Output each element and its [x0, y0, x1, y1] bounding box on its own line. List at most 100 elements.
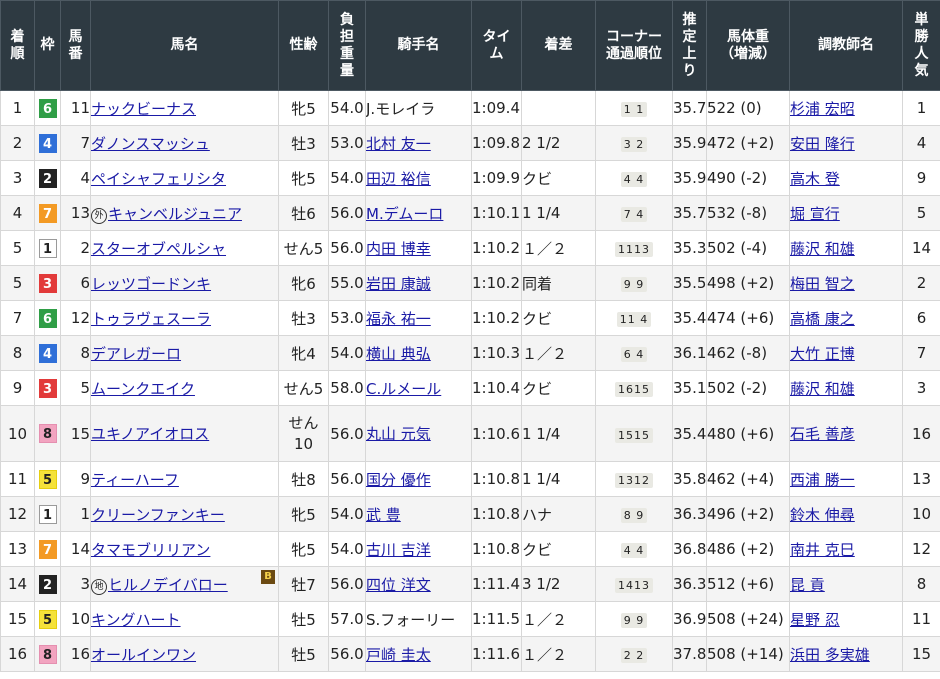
horse-name-link[interactable]: ティーハーフ: [92, 471, 179, 489]
trainer-link[interactable]: 大竹 正博: [791, 345, 855, 363]
horse-name-link[interactable]: デアレガーロ: [92, 345, 182, 363]
popularity: 7: [916, 344, 927, 362]
trainer-link[interactable]: 浜田 多実雄: [791, 646, 870, 664]
carried-weight: 56.0: [330, 239, 364, 257]
horse-name-link[interactable]: ヒルノデイバロー: [108, 576, 228, 594]
jockey-link[interactable]: 田辺 裕信: [367, 170, 431, 188]
trainer-link[interactable]: 高橋 康之: [791, 310, 855, 328]
trainer-link[interactable]: 藤沢 和雄: [791, 240, 855, 258]
rank-cell: 5: [0, 230, 35, 266]
last3f-cell: 35.5: [672, 265, 707, 301]
jockey-link[interactable]: 岩田 康誠: [367, 275, 431, 293]
horse-name-link[interactable]: トゥラヴェスーラ: [92, 310, 212, 328]
finish-rank: 3: [12, 169, 23, 187]
jockey-link[interactable]: C.ルメール: [367, 380, 442, 398]
trainer-link[interactable]: 南井 克巳: [791, 541, 855, 559]
horse-name-link[interactable]: ユキノアイオロス: [92, 425, 210, 443]
umaban-cell: 9: [60, 461, 91, 497]
sex-age: 牝4: [291, 344, 316, 363]
jockey-cell: 武 豊: [365, 496, 472, 532]
blinker-icon: B: [261, 570, 275, 584]
jockey-link[interactable]: 丸山 元気: [367, 425, 431, 443]
umaban-cell: 15: [60, 405, 91, 462]
carried-weight: 54.0: [330, 344, 364, 362]
last3f-cell: 36.3: [672, 566, 707, 602]
trainer-link[interactable]: 堀 宣行: [791, 205, 840, 223]
horse-name-cell: キングハート: [90, 601, 279, 637]
horse-name-link[interactable]: ペイシャフェリシタ: [92, 170, 227, 188]
jockey-link[interactable]: 福永 祐一: [367, 310, 431, 328]
jockey-link[interactable]: 戸崎 圭太: [367, 646, 431, 664]
header-label: 馬: [68, 28, 83, 45]
trainer-link[interactable]: 杉浦 宏昭: [791, 100, 855, 118]
horse-name-link[interactable]: キャンベルジュニア: [108, 205, 242, 223]
jockey-link[interactable]: 武 豊: [367, 506, 401, 524]
pop-cell: 13: [902, 461, 940, 497]
trainer-link[interactable]: 石毛 善彦: [791, 425, 855, 443]
finish-time: 1:10.2: [472, 239, 521, 257]
body-weight: 474 (+6): [707, 309, 775, 327]
waku-cell: 4: [34, 125, 61, 161]
horse-name-link[interactable]: スターオブペルシャ: [92, 240, 227, 258]
rank-cell: 4: [0, 195, 35, 231]
umaban-cell: 8: [60, 335, 91, 371]
body-weight-cell: 498 (+2): [706, 265, 790, 301]
finish-time: 1:10.4: [472, 379, 521, 397]
header-label: 勝: [914, 28, 929, 45]
corner-positions: 1312: [615, 473, 653, 488]
trainer-link[interactable]: 藤沢 和雄: [791, 380, 855, 398]
carried-weight: 54.0: [330, 99, 364, 117]
jockey-link[interactable]: 内田 博幸: [367, 240, 431, 258]
horse-name-link[interactable]: クリーンファンキー: [92, 506, 225, 524]
finish-time: 1:11.4: [472, 575, 521, 593]
sex-age-cell: 牡8: [278, 461, 329, 497]
popularity: 13: [911, 470, 932, 488]
trainer-link[interactable]: 昆 貢: [791, 576, 825, 594]
last3f-cell: 36.1: [672, 335, 707, 371]
trainer-link[interactable]: 梅田 智之: [791, 275, 855, 293]
jockey-link[interactable]: M.デムーロ: [367, 205, 444, 223]
sex-age-cell: せん5: [278, 230, 329, 266]
jockey-link[interactable]: 古川 吉洋: [367, 541, 431, 559]
corner-cell: 2 2: [595, 636, 673, 672]
trainer-link[interactable]: 西浦 勝一: [791, 471, 855, 489]
corner-cell: 11 4: [595, 300, 673, 336]
body-weight-cell: 486 (+2): [706, 531, 790, 567]
trainer-link[interactable]: 高木 登: [791, 170, 840, 188]
jockey-link[interactable]: 横山 典弘: [367, 345, 431, 363]
horse-name-link[interactable]: レッツゴードンキ: [92, 275, 212, 293]
horse-name-cell: スターオブペルシャ: [90, 230, 279, 266]
weight-cell: 56.0: [328, 636, 366, 672]
finish-rank: 8: [12, 344, 23, 362]
umaban-cell: 13: [60, 195, 91, 231]
jockey-link[interactable]: 四位 洋文: [367, 576, 431, 594]
horse-name-link[interactable]: オールインワン: [92, 646, 197, 664]
finish-margin: 同着: [522, 274, 553, 293]
trainer-link[interactable]: 安田 隆行: [791, 135, 855, 153]
weight-cell: 56.0: [328, 461, 366, 497]
horse-name-link[interactable]: ムーンクエイク: [92, 380, 195, 398]
finish-rank: 5: [12, 274, 23, 292]
horse-name-link[interactable]: ダノンスマッシュ: [92, 135, 210, 153]
header-label: 量: [340, 62, 354, 79]
jockey-cell: 丸山 元気: [365, 405, 472, 462]
umaban-cell: 4: [60, 160, 91, 196]
waku-badge: 6: [38, 308, 57, 328]
margin-cell: クビ: [521, 160, 596, 196]
horse-name-link[interactable]: キングハート: [92, 611, 181, 629]
sex-age-cell: 牡7: [278, 566, 329, 602]
jockey-link[interactable]: 国分 優作: [367, 471, 431, 489]
weight-cell: 56.0: [328, 195, 366, 231]
time-cell: 1:10.4: [471, 370, 522, 406]
jockey-link[interactable]: 北村 友一: [367, 135, 431, 153]
horse-name-cell: ダノンスマッシュ: [90, 125, 279, 161]
horse-name-link[interactable]: ナックビーナス: [92, 100, 197, 118]
weight-cell: 56.0: [328, 566, 366, 602]
horse-name-link[interactable]: タマモブリリアン: [92, 541, 211, 559]
sex-age-cell: 牡6: [278, 195, 329, 231]
body-weight: 472 (+2): [707, 134, 775, 152]
trainer-link[interactable]: 鈴木 伸尋: [791, 506, 855, 524]
sex-age-line2: 10: [293, 434, 314, 453]
trainer-link[interactable]: 星野 忍: [791, 611, 840, 629]
body-weight-cell: 512 (+6): [706, 566, 790, 602]
